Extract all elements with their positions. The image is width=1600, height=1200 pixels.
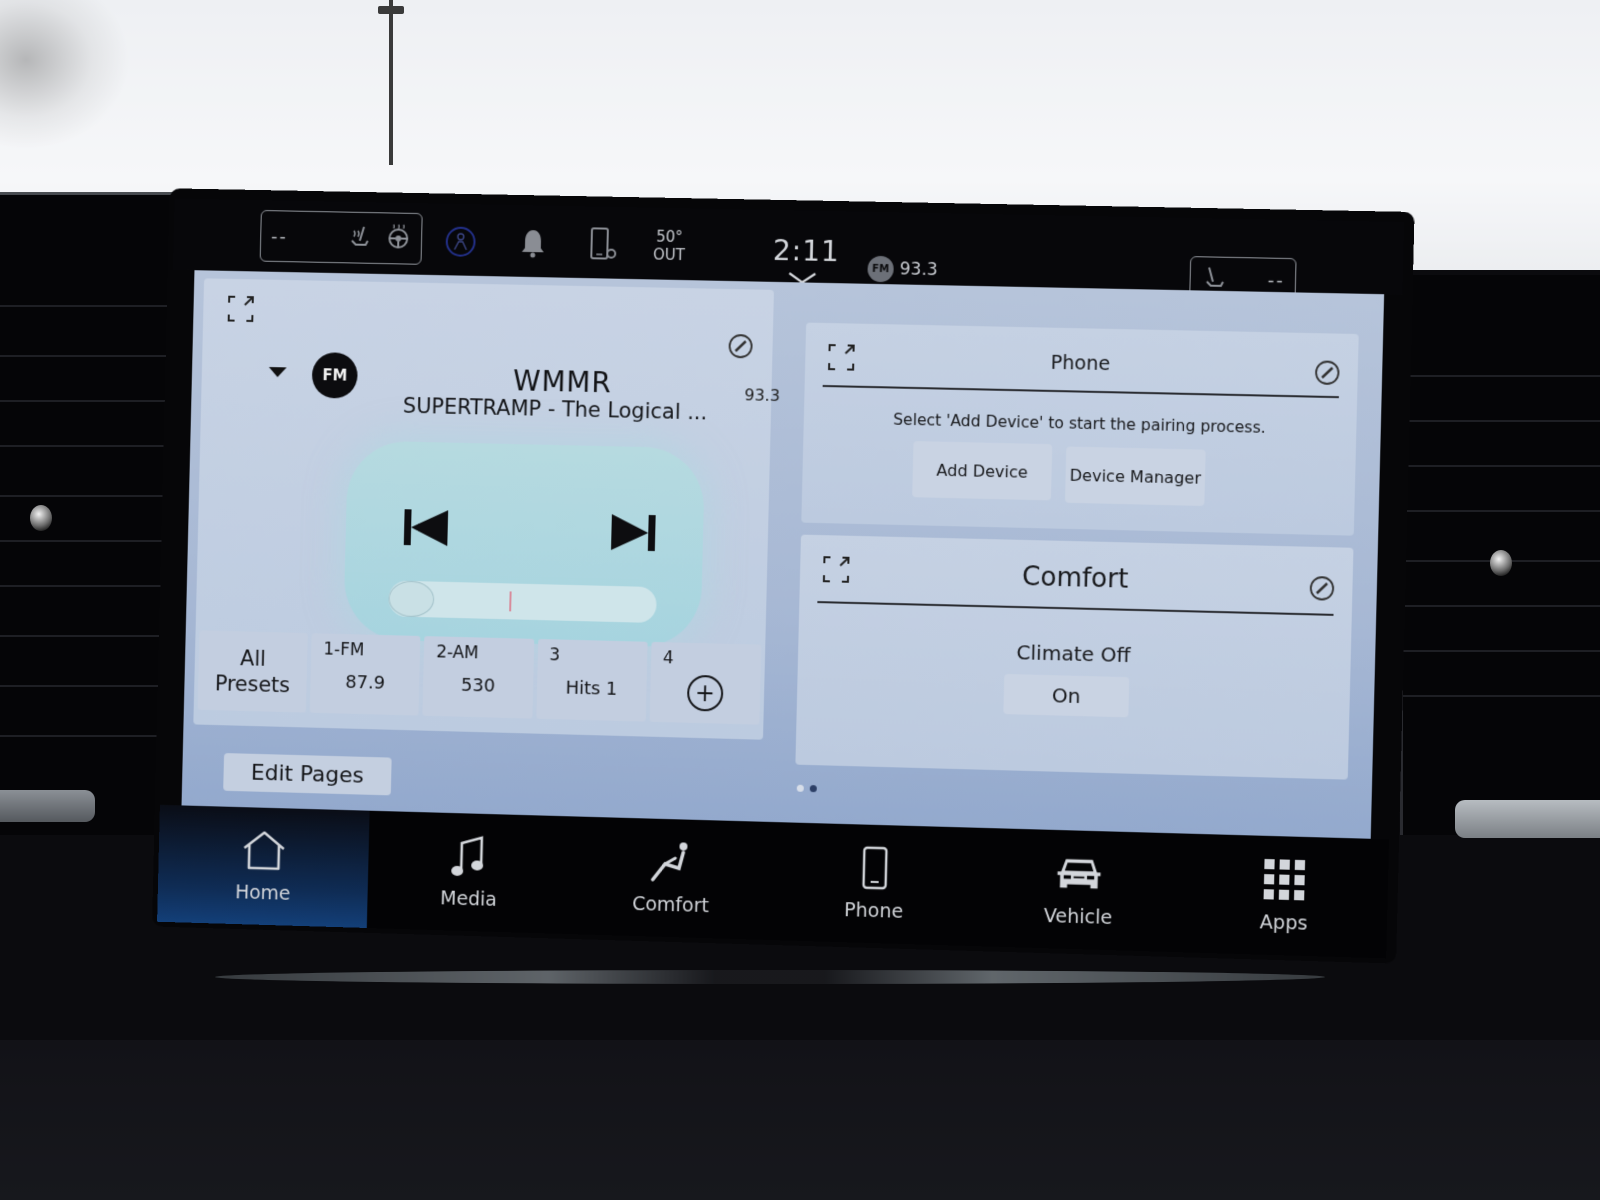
preset-number: 3 — [549, 645, 561, 666]
nav-label: Vehicle — [1043, 904, 1113, 930]
preset-4[interactable]: 4 + — [649, 641, 762, 725]
add-preset-icon[interactable]: + — [686, 674, 724, 712]
preset-number: 1-FM — [323, 639, 365, 661]
preset-number: 2-AM — [435, 642, 479, 664]
preset-2[interactable]: 2-AM 530 — [422, 636, 534, 719]
home-page: FM WMMR SUPERTRAMP - The Logical ... 93.… — [181, 270, 1385, 839]
driver-seat-readout: -- — [270, 225, 289, 247]
tuner-slider[interactable] — [388, 580, 657, 624]
home-icon — [240, 828, 288, 873]
left-vent-trim — [0, 790, 95, 822]
edit-widget-icon[interactable] — [1314, 359, 1341, 386]
preset-3[interactable]: 3 Hits 1 — [535, 638, 648, 722]
notification-bell-icon[interactable] — [519, 227, 548, 259]
device-manager-button[interactable]: Device Manager — [1064, 446, 1206, 506]
heated-seat-icon[interactable] — [346, 223, 376, 253]
phone-widget: Phone Select 'Add Device' to start the p… — [801, 322, 1359, 536]
preset-1[interactable]: 1-FM 87.9 — [310, 633, 421, 716]
comfort-widget-title: Comfort — [1021, 561, 1129, 595]
seek-back-button[interactable] — [400, 503, 457, 552]
expand-icon[interactable] — [225, 293, 257, 325]
nav-vehicle[interactable]: Vehicle — [975, 828, 1183, 952]
driver-climate-controls[interactable]: -- — [259, 209, 423, 265]
clock[interactable]: 2:11 — [773, 234, 841, 268]
nav-phone[interactable]: Phone — [771, 822, 978, 946]
fm-badge-small: FM — [867, 255, 894, 283]
seek-forward-button[interactable] — [603, 508, 660, 557]
tree-branches — [0, 0, 130, 150]
passenger-airbag-icon — [444, 225, 476, 257]
passenger-seat-readout: -- — [1267, 269, 1286, 291]
infotainment-screen: -- 50° OUT 2:11 FM 93.3 -- FM WMMR SUPER… — [157, 198, 1405, 959]
tuner-slider-knob[interactable] — [388, 580, 435, 618]
heated-seat-icon[interactable] — [1200, 263, 1231, 294]
phone-widget-title: Phone — [1050, 351, 1111, 376]
preset-value: 530 — [460, 674, 496, 697]
station-frequency: 93.3 — [744, 385, 781, 406]
dashboard-lower-panel — [0, 1040, 1600, 1200]
divider — [822, 384, 1339, 398]
preset-value: Hits 1 — [565, 677, 618, 700]
climate-status: Climate Off — [1016, 640, 1131, 668]
nav-label: Apps — [1259, 911, 1308, 935]
dashboard-trim-strip — [215, 970, 1325, 984]
skip-previous-icon — [403, 509, 449, 547]
all-presets-line1: All — [239, 646, 267, 671]
right-vent-knob[interactable] — [1490, 550, 1512, 576]
car-icon — [1054, 851, 1103, 897]
nav-label: Home — [234, 881, 291, 905]
all-presets-button[interactable]: All Presets — [197, 630, 308, 713]
presets-row: All Presets 1-FM 87.9 2-AM 530 3 Hits 1 — [194, 630, 766, 725]
now-playing-status[interactable]: FM 93.3 — [867, 255, 938, 283]
light-pole — [389, 0, 393, 165]
add-device-button[interactable]: Add Device — [912, 441, 1053, 501]
tuner-position-marker — [508, 591, 512, 612]
nav-comfort[interactable]: Comfort — [569, 816, 774, 940]
phone-settings-icon[interactable] — [588, 226, 619, 262]
skip-next-icon — [611, 514, 656, 552]
nav-apps[interactable]: Apps — [1180, 834, 1389, 959]
nav-label: Comfort — [631, 892, 710, 918]
heated-steering-wheel-icon[interactable] — [385, 223, 411, 253]
left-air-vent — [0, 195, 175, 835]
preset-number: 4 — [662, 648, 674, 669]
comfort-widget: Comfort Climate Off On — [795, 534, 1354, 780]
outside-temperature: 50° OUT — [653, 228, 686, 265]
preset-value: 87.9 — [345, 671, 386, 694]
edit-pages-button[interactable]: Edit Pages — [223, 753, 392, 796]
nav-label: Phone — [843, 899, 904, 923]
page-dot[interactable] — [796, 784, 804, 792]
player-controls — [343, 440, 706, 649]
divider — [817, 601, 1334, 616]
page-dot[interactable] — [809, 785, 817, 793]
smartphone-icon — [850, 845, 899, 890]
temperature-value: 50° — [655, 227, 683, 247]
temperature-label: OUT — [652, 245, 686, 265]
left-vent-knob[interactable] — [30, 505, 52, 531]
nav-home[interactable]: Home — [157, 804, 371, 928]
nav-media[interactable]: Media — [367, 811, 571, 934]
reclined-seat-icon — [647, 839, 696, 884]
music-note-icon — [445, 834, 494, 879]
edit-widget-icon[interactable] — [727, 333, 754, 360]
right-vent-trim — [1455, 800, 1600, 838]
all-presets-line2: Presets — [214, 671, 291, 698]
climate-on-button[interactable]: On — [1003, 673, 1130, 718]
apps-grid-icon — [1260, 857, 1310, 903]
fm-band-badge[interactable]: FM — [311, 352, 359, 399]
status-frequency: 93.3 — [899, 259, 938, 281]
caret-down-icon[interactable] — [268, 367, 287, 378]
edit-widget-icon[interactable] — [1308, 575, 1335, 602]
media-widget: FM WMMR SUPERTRAMP - The Logical ... 93.… — [193, 278, 780, 740]
nav-label: Media — [440, 887, 498, 911]
pairing-instructions: Select 'Add Device' to start the pairing… — [893, 410, 1266, 437]
page-indicator[interactable] — [796, 784, 817, 793]
